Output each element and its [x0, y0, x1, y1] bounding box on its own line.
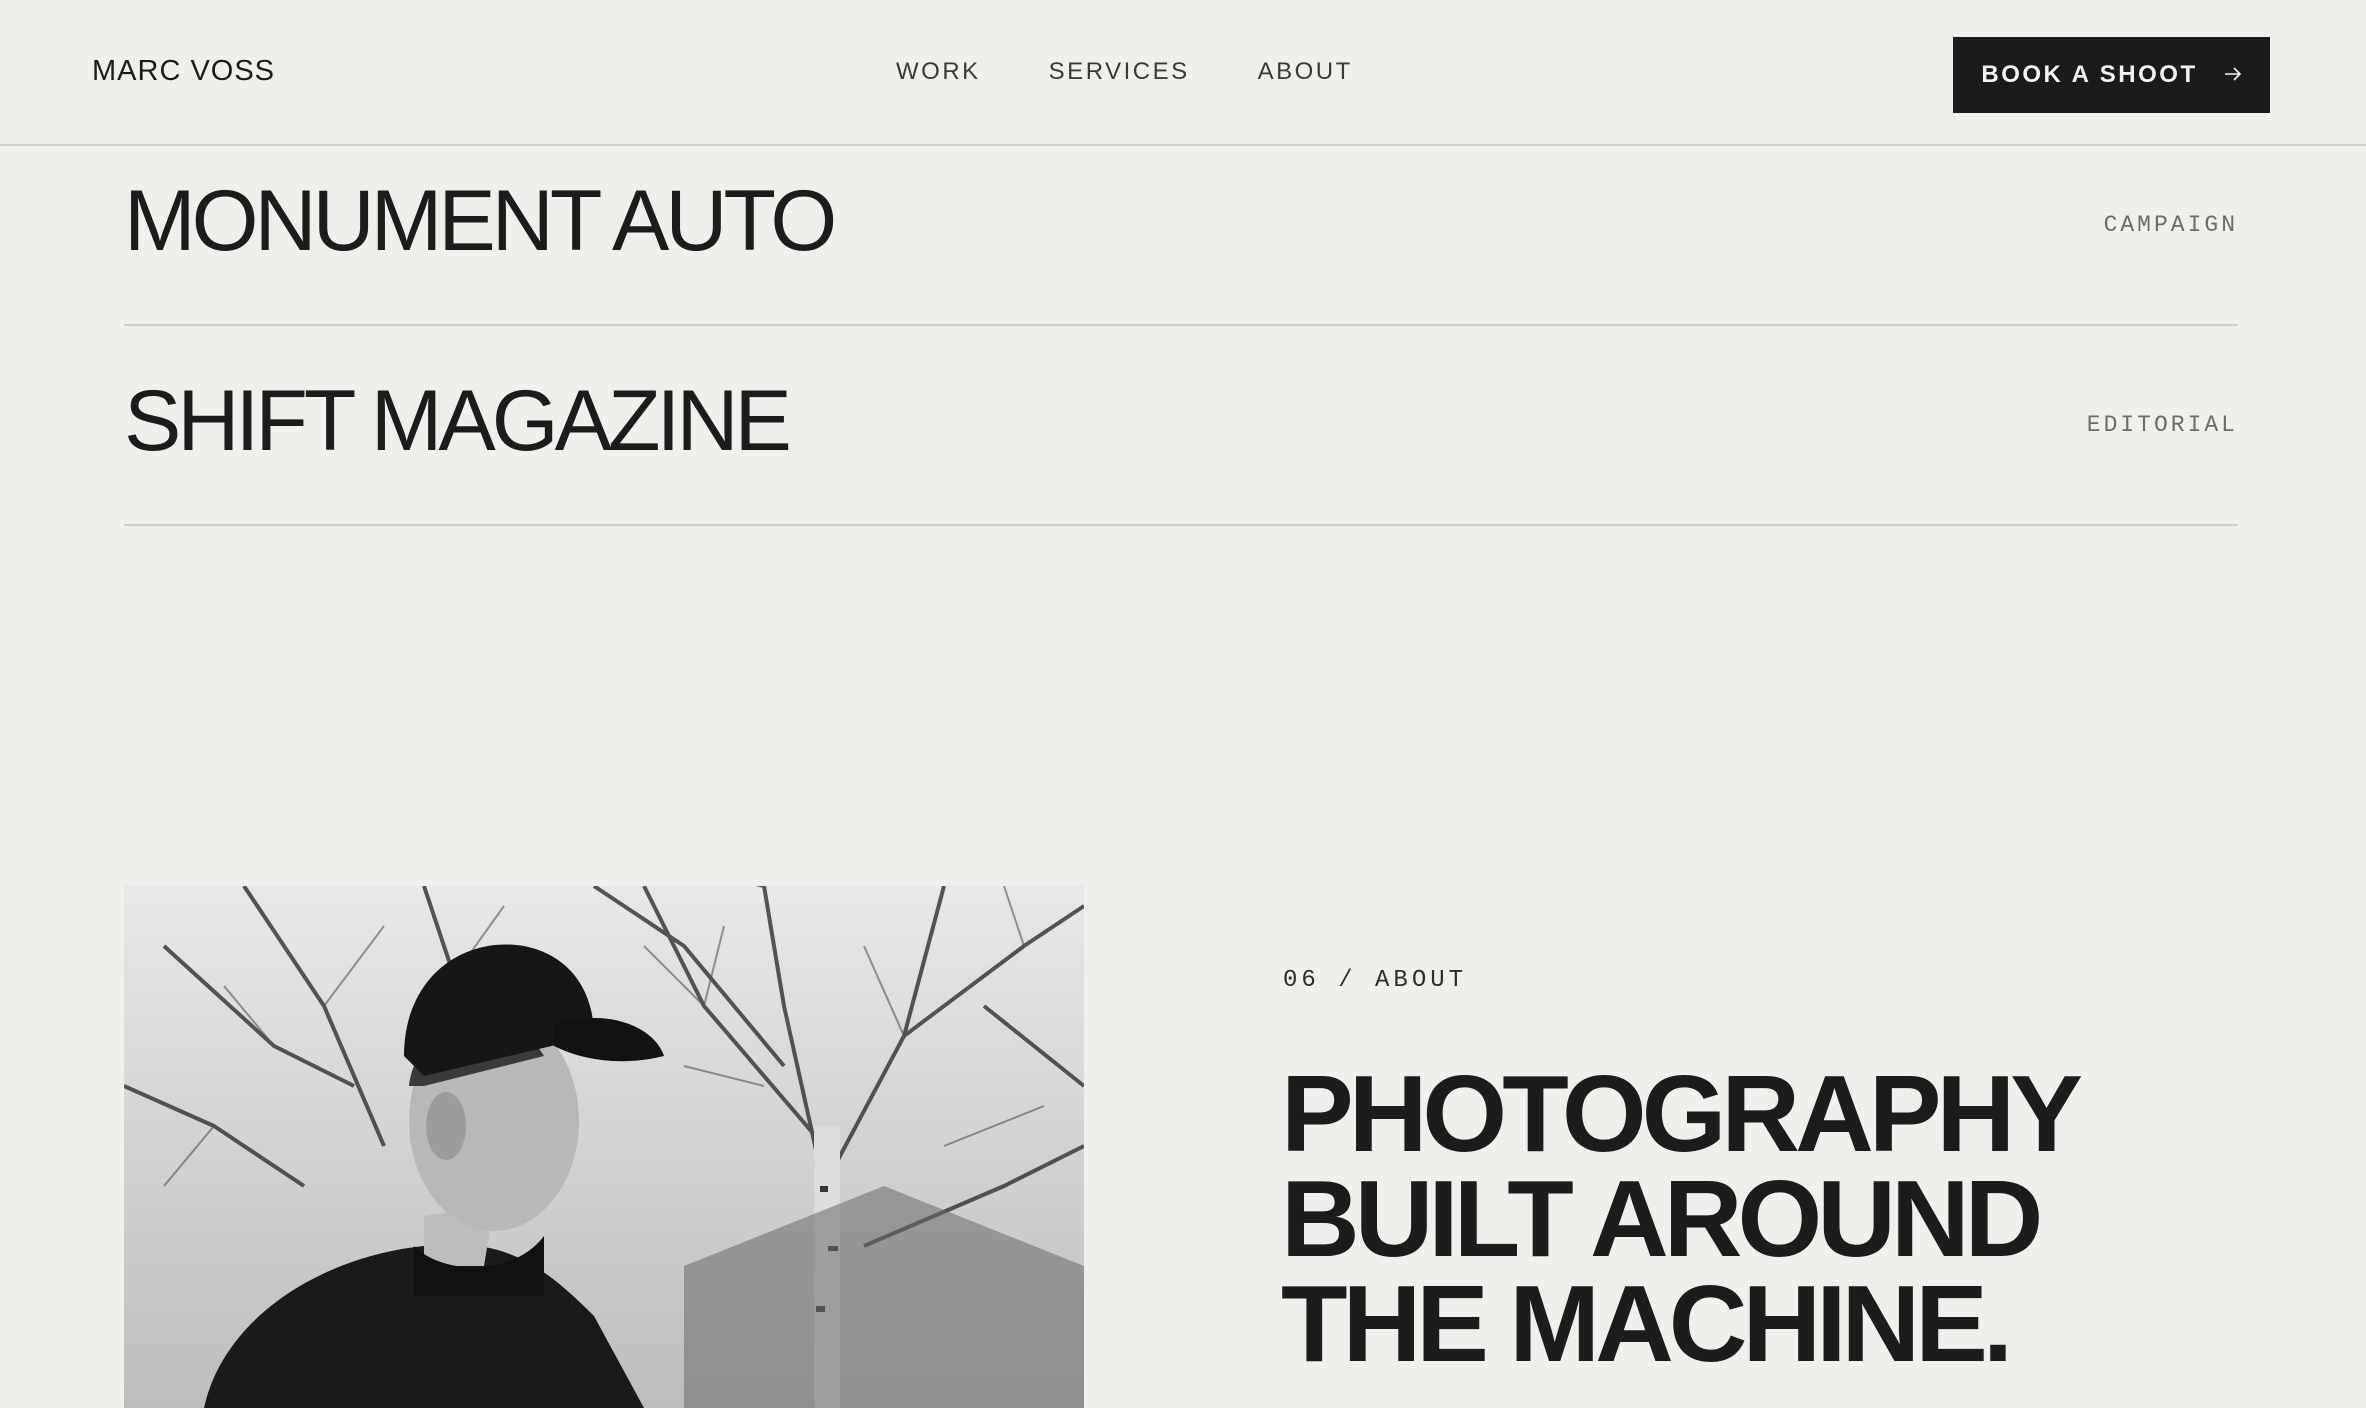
- headline-line: PHOTOGRAPHY: [1281, 1053, 2083, 1175]
- divider: [124, 324, 2238, 326]
- cta-label: BOOK A SHOOT: [1981, 61, 2198, 88]
- nav-about[interactable]: ABOUT: [1258, 58, 1353, 86]
- project-row[interactable]: MONUMENT AUTO CAMPAIGN: [124, 178, 2238, 278]
- project-title: MONUMENT AUTO: [124, 173, 837, 269]
- headline-line: THE MACHINE.: [1281, 1263, 2013, 1385]
- book-a-shoot-button[interactable]: BOOK A SHOOT: [1953, 37, 2270, 113]
- nav-work[interactable]: WORK: [896, 58, 981, 86]
- brand-logo[interactable]: MARC VOSS: [92, 55, 275, 88]
- divider: [124, 524, 2238, 526]
- arrow-right-icon: [2224, 61, 2242, 89]
- project-title: SHIFT MAGAZINE: [124, 373, 792, 469]
- about-headline: PHOTOGRAPHY BUILT AROUND THE MACHINE.: [1281, 1053, 2181, 1385]
- project-row[interactable]: SHIFT MAGAZINE EDITORIAL: [124, 378, 2238, 478]
- project-category: EDITORIAL: [2086, 412, 2238, 438]
- project-category: CAMPAIGN: [2103, 212, 2238, 238]
- site-header: MARC VOSS WORK SERVICES ABOUT BOOK A SHO…: [0, 0, 2366, 146]
- main-nav: WORK SERVICES ABOUT: [896, 58, 1421, 86]
- headline-line: BUILT AROUND: [1281, 1158, 2043, 1280]
- nav-services[interactable]: SERVICES: [1049, 58, 1190, 86]
- section-label: 06 / ABOUT: [1283, 967, 1468, 994]
- portrait-photo: [124, 886, 1084, 1408]
